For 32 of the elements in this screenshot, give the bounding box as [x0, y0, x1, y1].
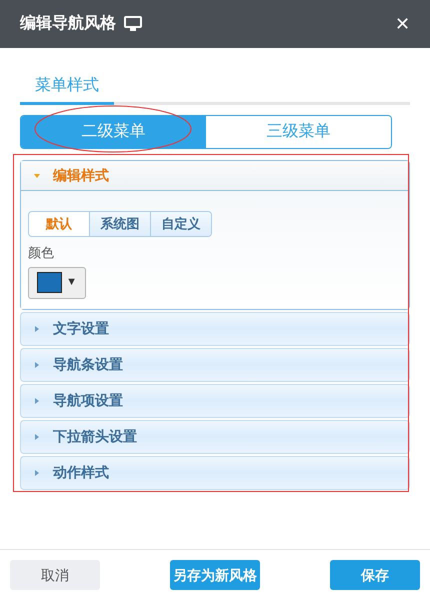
caret-right-icon	[33, 324, 41, 332]
tab[interactable]: 菜单样式	[20, 74, 114, 105]
accordion-header[interactable]: 下拉箭头设置	[21, 420, 409, 452]
accordion-header[interactable]: 文字设置	[21, 312, 409, 344]
style-tab[interactable]: 默认	[29, 212, 90, 236]
field-label: 颜色	[28, 244, 54, 262]
primary-button[interactable]: 保存	[330, 560, 420, 590]
section-title: 下拉箭头设置	[53, 427, 137, 446]
section-title: 动作样式	[53, 463, 109, 482]
window-title: 编辑导航风格	[20, 13, 116, 34]
caret-icon: ▼	[66, 274, 77, 291]
section-title: 文字设置	[53, 319, 109, 338]
accordion-header[interactable]: 导航条设置	[21, 348, 409, 380]
caret-down-icon	[33, 172, 41, 180]
accordion-header[interactable]: 动作样式	[21, 456, 409, 488]
section-title: 导航条设置	[53, 355, 123, 374]
style-tab[interactable]: 自定义	[151, 212, 211, 236]
style-tab[interactable]: 系统图	[90, 212, 151, 236]
color-picker[interactable]: ▼	[28, 266, 86, 298]
segment-tab[interactable]: 二级菜单	[21, 116, 206, 148]
monitor-icon	[124, 16, 142, 32]
caret-right-icon	[33, 432, 41, 440]
close-button[interactable]: ✕	[395, 15, 410, 33]
cancel-button[interactable]: 取消	[10, 560, 100, 590]
primary-button[interactable]: 另存为新风格	[170, 560, 260, 590]
accordion-header[interactable]: 导航项设置	[21, 384, 409, 416]
caret-right-icon	[33, 396, 41, 404]
accordion-header[interactable]: 编辑样式	[21, 161, 409, 191]
section-title: 编辑样式	[53, 166, 109, 185]
caret-right-icon	[33, 468, 41, 476]
section-title: 导航项设置	[53, 391, 123, 410]
caret-right-icon	[33, 360, 41, 368]
